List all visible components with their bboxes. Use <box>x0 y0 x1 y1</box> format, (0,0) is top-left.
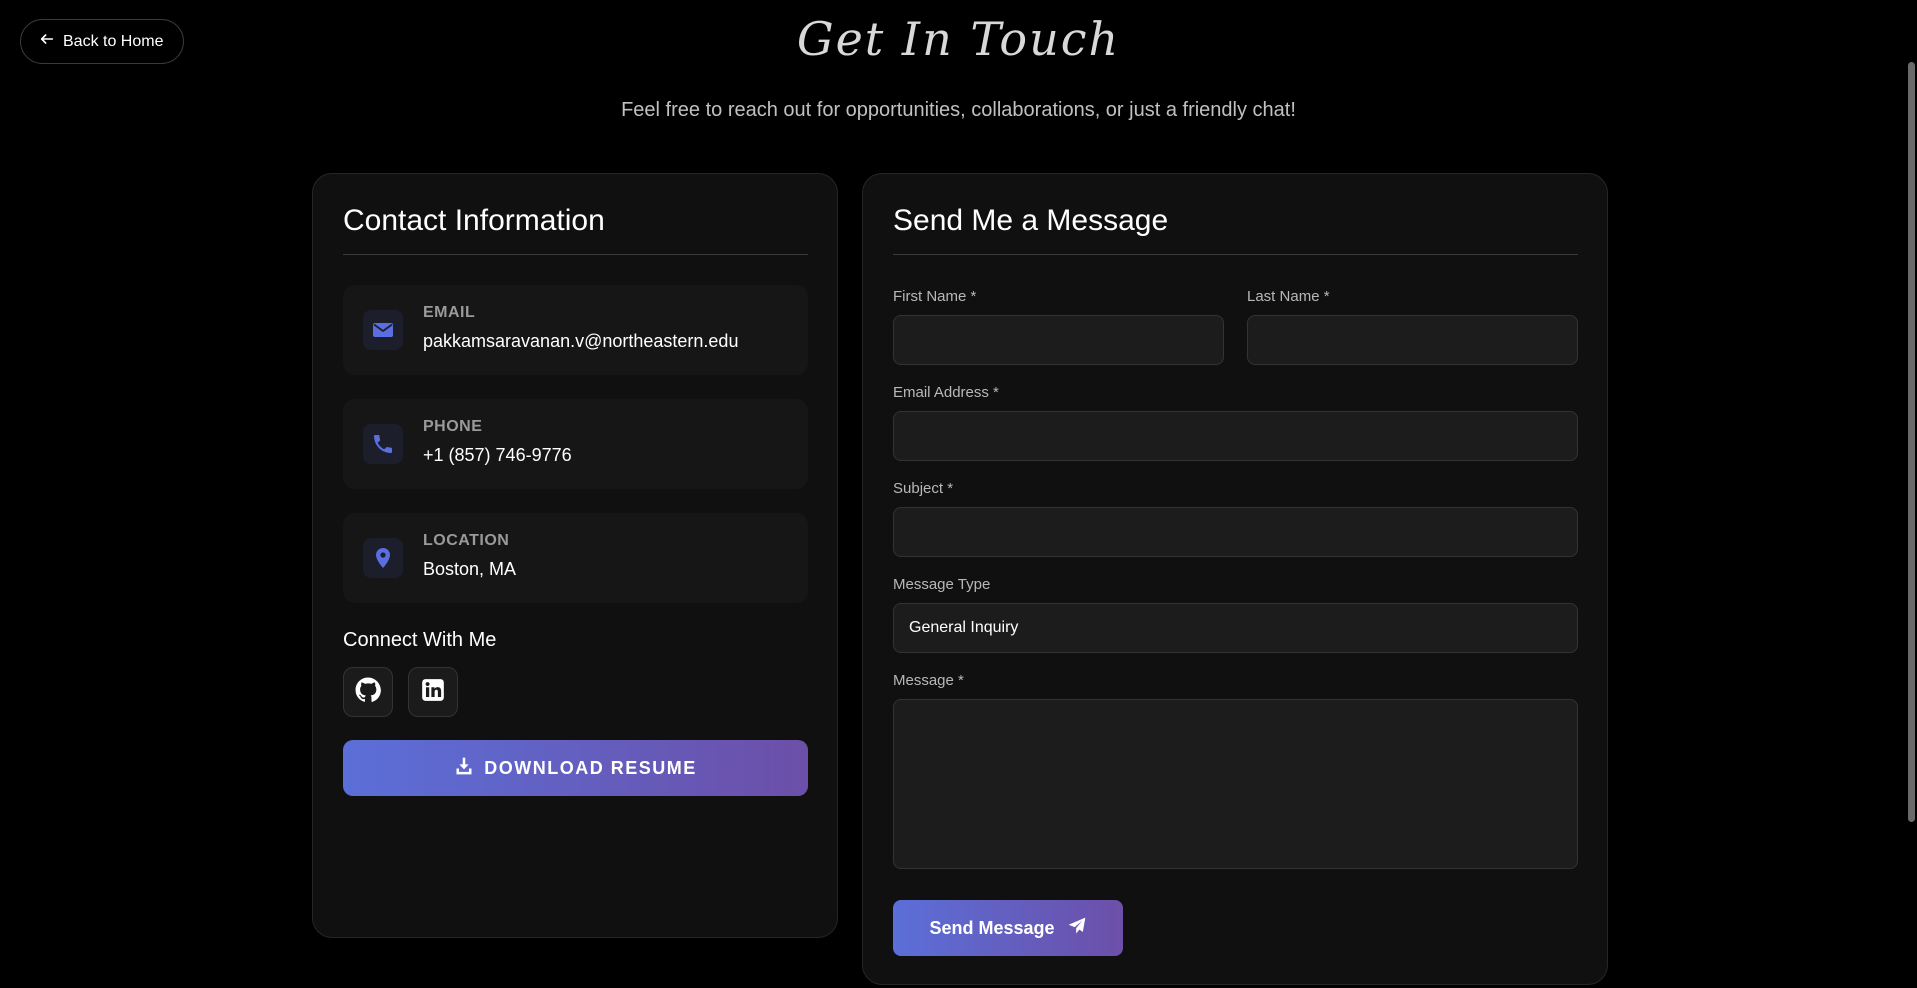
scrollbar-thumb[interactable] <box>1908 62 1915 822</box>
location-value: Boston, MA <box>423 559 517 579</box>
phone-icon <box>363 424 403 464</box>
envelope-icon <box>363 310 403 350</box>
paper-plane-icon <box>1067 916 1087 941</box>
page-title: Get In Touch <box>796 12 1121 66</box>
connect-title: Connect With Me <box>343 629 497 651</box>
email-info-item: EMAIL pakkamsaravanan.v@northeastern.edu <box>343 285 808 375</box>
linkedin-icon <box>420 677 446 708</box>
phone-info-item: PHONE +1 (857) 746-9776 <box>343 399 808 489</box>
first-name-label: First Name * <box>893 288 977 305</box>
map-pin-icon <box>363 538 403 578</box>
page-subtitle: Feel free to reach out for opportunities… <box>621 99 1296 121</box>
email-label: EMAIL <box>423 304 476 321</box>
send-message-button[interactable]: Send Message <box>893 900 1123 956</box>
contact-info-title: Contact Information <box>343 204 605 237</box>
message-type-value: General Inquiry <box>909 619 1019 636</box>
linkedin-button[interactable] <box>408 667 458 717</box>
subject-label: Subject * <box>893 480 954 497</box>
subject-input[interactable] <box>893 507 1578 557</box>
github-button[interactable] <box>343 667 393 717</box>
message-label: Message * <box>893 672 964 689</box>
phone-value[interactable]: +1 (857) 746-9776 <box>423 445 572 466</box>
email-value[interactable]: pakkamsaravanan.v@northeastern.edu <box>423 331 738 352</box>
last-name-input[interactable] <box>1247 315 1578 365</box>
contact-page: Back to Home Get In Touch Feel free to r… <box>0 0 1917 988</box>
location-label: LOCATION <box>423 532 510 549</box>
message-textarea[interactable] <box>893 699 1578 869</box>
email-address-label: Email Address * <box>893 384 999 401</box>
message-type-label: Message Type <box>893 576 991 593</box>
download-resume-label: DOWNLOAD RESUME <box>484 757 697 778</box>
send-message-label: Send Message <box>929 917 1055 938</box>
message-type-select[interactable]: General Inquiry <box>893 603 1578 653</box>
github-icon <box>355 677 381 708</box>
divider <box>893 254 1578 255</box>
location-info-item: LOCATION Boston, MA <box>343 513 808 603</box>
message-form-card: Send Me a Message First Name * Last Name… <box>862 173 1608 985</box>
page-scrollbar[interactable] <box>1905 0 1917 988</box>
message-form-title: Send Me a Message <box>893 204 1169 237</box>
divider <box>343 254 808 255</box>
phone-label: PHONE <box>423 418 483 435</box>
contact-info-card: Contact Information EMAIL pakkamsaravana… <box>312 173 838 938</box>
last-name-label: Last Name * <box>1247 288 1330 305</box>
email-address-input[interactable] <box>893 411 1578 461</box>
download-resume-button[interactable]: DOWNLOAD RESUME <box>343 740 808 796</box>
download-icon <box>454 756 474 781</box>
first-name-input[interactable] <box>893 315 1224 365</box>
